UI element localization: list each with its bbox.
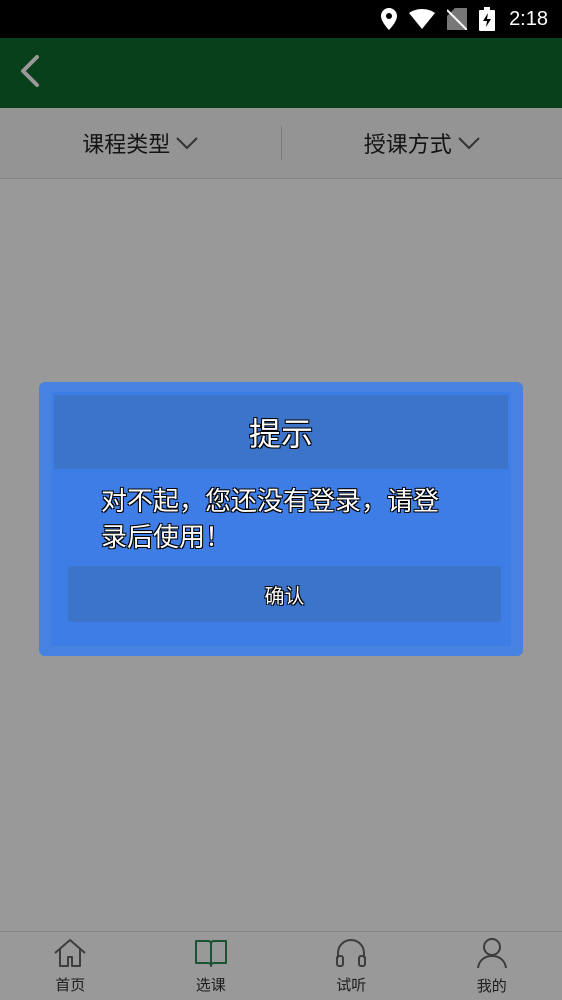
dialog-body: 提示 对不起，您还没有登录，请登录后使用！ 确认	[51, 392, 511, 646]
location-icon	[381, 8, 398, 30]
no-sim-icon	[447, 8, 468, 30]
confirm-button[interactable]: 确认	[68, 566, 501, 622]
status-time: 2:18	[509, 7, 548, 30]
login-required-dialog: 提示 对不起，您还没有登录，请登录后使用！ 确认	[39, 382, 523, 656]
dialog-title: 提示	[54, 395, 508, 469]
dialog-message: 对不起，您还没有登录，请登录后使用！	[101, 487, 440, 553]
wifi-icon	[409, 9, 436, 29]
status-bar-top: 2:18	[0, 0, 562, 38]
battery-charging-icon	[479, 7, 496, 31]
